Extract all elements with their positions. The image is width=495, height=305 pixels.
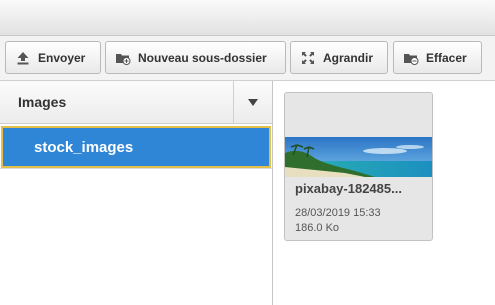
delete-button-label: Effacer — [426, 50, 467, 65]
enlarge-button[interactable]: Agrandir — [290, 41, 388, 74]
folder-item-label: stock_images — [34, 138, 134, 156]
toolbar: Envoyer Nouveau sous-dossier Agrandir Ef… — [0, 36, 495, 81]
folder-tree-panel: Images stock_images — [0, 81, 273, 305]
collapse-toggle[interactable] — [233, 81, 272, 124]
triangle-down-icon — [247, 94, 259, 112]
folder-add-icon — [115, 50, 131, 66]
image-thumbnail — [285, 137, 432, 177]
upload-button-label: Envoyer — [38, 50, 86, 65]
expand-icon — [300, 50, 316, 66]
file-date: 28/03/2019 15:33 — [295, 207, 381, 219]
new-folder-button-label: Nouveau sous-dossier — [138, 50, 267, 65]
enlarge-button-label: Agrandir — [323, 50, 374, 65]
file-size: 186.0 Ko — [295, 222, 340, 234]
file-tile[interactable]: pixabay-182485... 28/03/2019 15:33 186.0… — [284, 92, 433, 241]
new-folder-button[interactable]: Nouveau sous-dossier — [105, 41, 286, 74]
upload-button[interactable]: Envoyer — [5, 41, 101, 74]
delete-button[interactable]: Effacer — [393, 41, 482, 74]
dialog-titlebar — [0, 0, 495, 36]
folder-item-stock-images[interactable]: stock_images — [1, 126, 271, 168]
folder-tree-header: Images — [0, 81, 272, 124]
folder-list-divider — [0, 168, 272, 169]
file-name: pixabay-182485... — [295, 181, 402, 196]
upload-icon — [15, 50, 31, 66]
folder-tree-title: Images — [18, 94, 67, 110]
folder-delete-icon — [403, 50, 419, 66]
